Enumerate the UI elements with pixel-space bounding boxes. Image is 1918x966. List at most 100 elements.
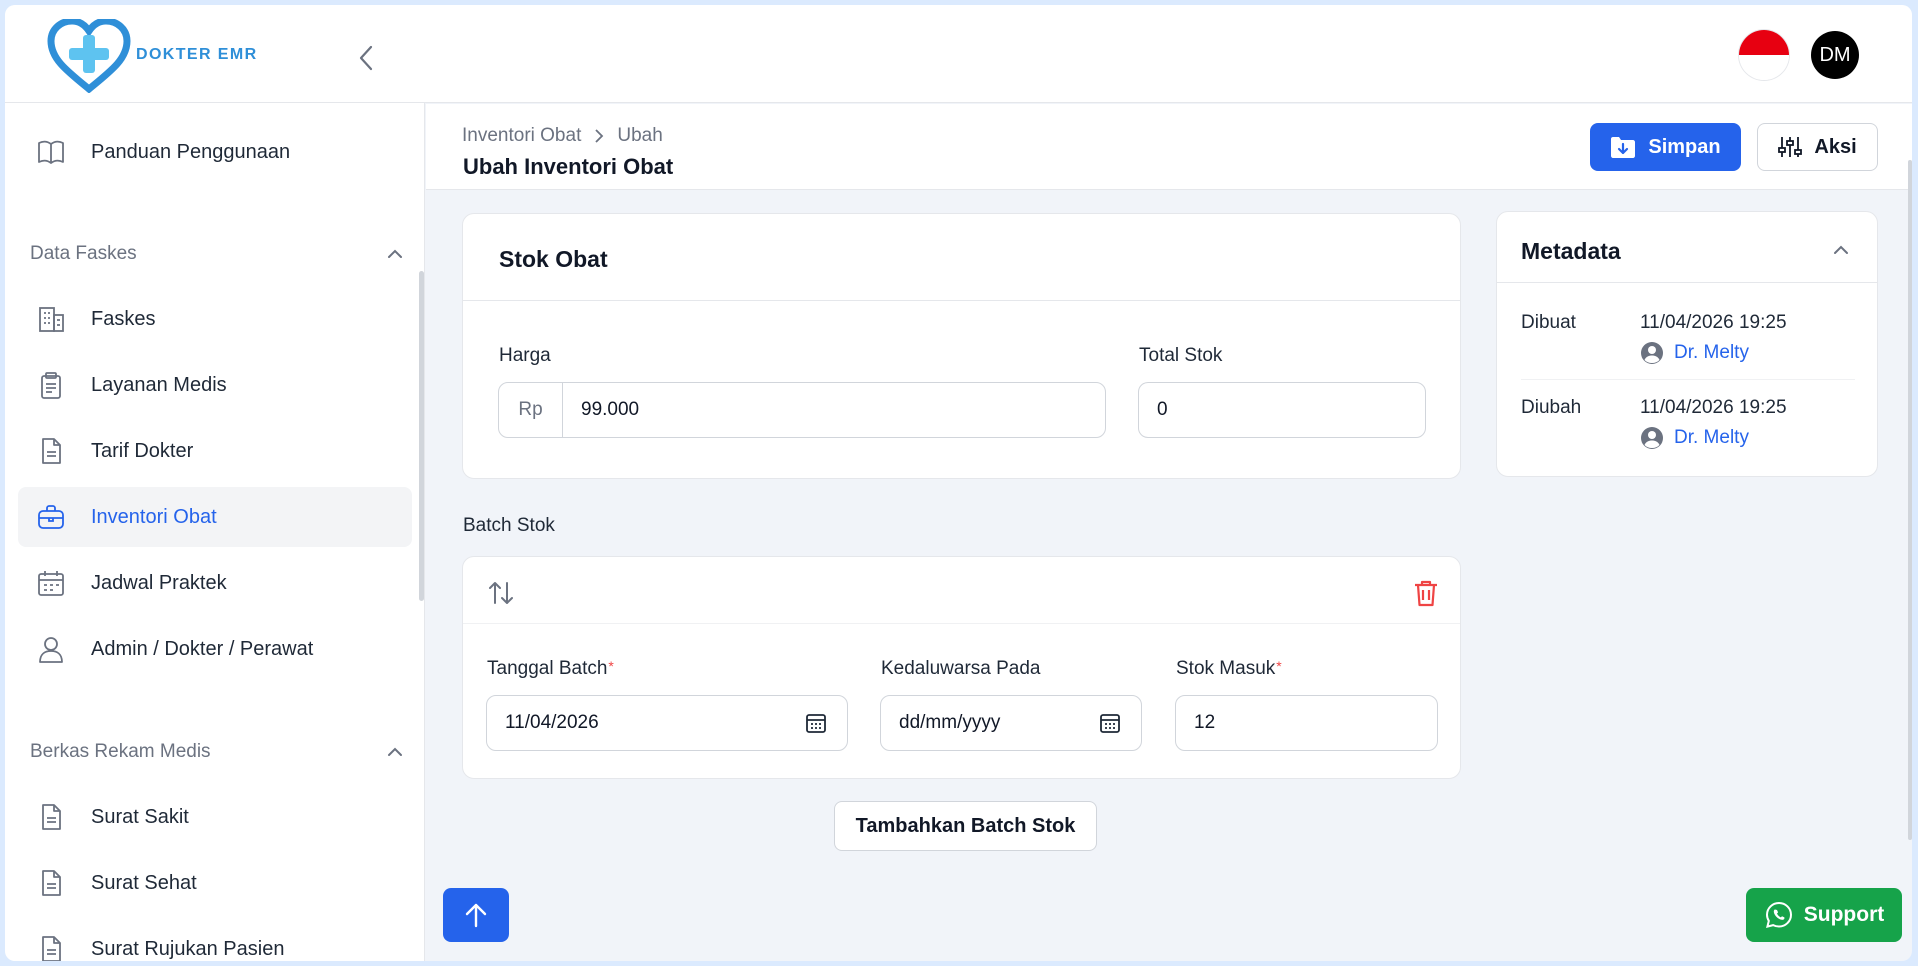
sidebar-item-panduan[interactable]: Panduan Penggunaan — [18, 122, 412, 182]
sidebar-item-surat-sakit[interactable]: Surat Sakit — [18, 787, 412, 847]
support-button[interactable]: Support — [1746, 888, 1902, 942]
scroll-to-top-button[interactable] — [443, 888, 509, 942]
sidebar-item-faskes[interactable]: Faskes — [18, 289, 412, 349]
stok-masuk-label: Stok Masuk* — [1176, 658, 1282, 679]
sidebar-item-surat-rujukan[interactable]: Surat Rujukan Pasien — [18, 919, 412, 961]
created-label: Dibuat — [1521, 312, 1576, 333]
sidebar-item-admin-dokter-perawat[interactable]: Admin / Dokter / Perawat — [18, 619, 412, 679]
tanggal-batch-value: 11/04/2026 — [505, 712, 599, 733]
updated-by-name: Dr. Melty — [1674, 427, 1749, 448]
sliders-icon — [1778, 137, 1803, 157]
sidebar-item-label: Admin / Dokter / Perawat — [91, 637, 314, 660]
batch-stok-card: Tanggal Batch* 11/04/2026 Kedaluwarsa Pa… — [462, 556, 1461, 779]
add-batch-button[interactable]: Tambahkan Batch Stok — [834, 801, 1097, 851]
book-icon — [35, 136, 67, 168]
trash-icon[interactable] — [1413, 579, 1439, 607]
calendar-picker-icon[interactable] — [1099, 712, 1121, 734]
sidebar-item-surat-sehat[interactable]: Surat Sehat — [18, 853, 412, 913]
sidebar-item-inventori-obat[interactable]: Inventori Obat — [18, 487, 412, 547]
kedaluwarsa-input[interactable]: dd/mm/yyyy — [880, 695, 1142, 751]
section-berkas-rekam-medis[interactable]: Berkas Rekam Medis — [30, 741, 405, 763]
logo-heart-icon — [47, 19, 131, 93]
currency-prefix: Rp — [499, 383, 563, 437]
breadcrumb-inventori-obat[interactable]: Inventori Obat — [462, 125, 581, 147]
chevron-right-icon — [595, 129, 604, 143]
section-title-label: Data Faskes — [30, 243, 137, 264]
sidebar-item-jadwal-praktek[interactable]: Jadwal Praktek — [18, 553, 412, 613]
card-divider — [1497, 282, 1877, 283]
row-divider — [1521, 379, 1855, 380]
updated-by-link[interactable]: Dr. Melty — [1640, 426, 1749, 450]
harga-label: Harga — [499, 345, 551, 366]
sidebar-item-label: Surat Sakit — [91, 805, 189, 828]
sidebar-item-label: Faskes — [91, 307, 156, 330]
logo-text: DOKTER EMR — [136, 46, 258, 63]
section-title-label: Berkas Rekam Medis — [30, 741, 211, 762]
total-stok-input[interactable]: 0 — [1138, 382, 1426, 438]
language-flag-indonesia[interactable] — [1739, 30, 1789, 80]
actions-button-label: Aksi — [1814, 135, 1857, 158]
user-avatar[interactable]: DM — [1811, 31, 1859, 79]
total-stok-value: 0 — [1157, 399, 1168, 420]
harga-value: 99.000 — [581, 399, 640, 420]
breadcrumb: Inventori Obat Ubah — [462, 125, 663, 147]
support-label: Support — [1803, 903, 1885, 926]
sort-arrows-icon[interactable] — [487, 579, 515, 607]
metadata-title: Metadata — [1521, 238, 1621, 264]
actions-button[interactable]: Aksi — [1757, 123, 1878, 171]
sidebar-item-label: Inventori Obat — [91, 505, 217, 528]
harga-input[interactable]: Rp 99.000 — [498, 382, 1106, 438]
arrow-up-icon — [465, 903, 487, 928]
flag-red-stripe — [1739, 30, 1789, 55]
batch-stok-label: Batch Stok — [463, 515, 555, 536]
chevron-up-icon[interactable] — [1831, 240, 1851, 260]
briefcase-icon — [35, 501, 67, 533]
document-icon — [35, 801, 67, 833]
chevron-up-icon — [388, 747, 402, 756]
clipboard-icon — [35, 369, 67, 401]
stok-masuk-value: 12 — [1194, 712, 1216, 733]
card-divider — [463, 300, 1460, 301]
created-date: 11/04/2026 19:25 — [1640, 312, 1787, 333]
total-stok-label: Total Stok — [1139, 345, 1223, 366]
tanggal-batch-label: Tanggal Batch* — [487, 658, 614, 679]
sidebar-item-label: Jadwal Praktek — [91, 571, 227, 594]
main-scrollbar[interactable] — [1908, 160, 1912, 840]
tanggal-batch-input[interactable]: 11/04/2026 — [486, 695, 848, 751]
user-icon — [35, 633, 67, 665]
user-circle-icon — [1641, 427, 1663, 449]
breadcrumb-ubah: Ubah — [617, 125, 663, 146]
section-data-faskes[interactable]: Data Faskes — [30, 243, 405, 265]
updated-label: Diubah — [1521, 397, 1582, 418]
sidebar-item-label: Layanan Medis — [91, 373, 227, 396]
user-circle-icon — [1641, 342, 1663, 364]
created-by-name: Dr. Melty — [1674, 342, 1749, 363]
top-header: DOKTER EMR DM — [5, 5, 1912, 103]
sidebar-item-label: Panduan Penggunaan — [91, 140, 291, 163]
sidebar-item-layanan-medis[interactable]: Layanan Medis — [18, 355, 412, 415]
document-icon — [35, 867, 67, 899]
stok-masuk-input[interactable]: 12 — [1175, 695, 1438, 751]
stok-obat-title: Stok Obat — [499, 246, 608, 272]
sidebar-item-label: Tarif Dokter — [91, 439, 194, 462]
created-by-link[interactable]: Dr. Melty — [1640, 341, 1749, 365]
page-title: Ubah Inventori Obat — [463, 154, 674, 179]
sidebar-item-tarif-dokter[interactable]: Tarif Dokter — [18, 421, 412, 481]
updated-date: 11/04/2026 19:25 — [1640, 397, 1787, 418]
sidebar-item-label: Surat Rujukan Pasien — [91, 937, 285, 960]
document-icon — [35, 435, 67, 467]
whatsapp-icon — [1765, 901, 1792, 928]
sidebar-scrollbar[interactable] — [419, 271, 424, 601]
kedaluwarsa-label: Kedaluwarsa Pada — [881, 658, 1041, 679]
save-button[interactable]: Simpan — [1590, 123, 1741, 171]
calendar-icon — [35, 567, 67, 599]
document-icon — [35, 933, 67, 961]
building-icon — [35, 303, 67, 335]
sidebar: Panduan Penggunaan Data Faskes Faskes La… — [5, 103, 425, 961]
save-button-label: Simpan — [1648, 135, 1721, 158]
kedaluwarsa-placeholder: dd/mm/yyyy — [899, 712, 1001, 733]
sidebar-item-label: Surat Sehat — [91, 871, 197, 894]
calendar-picker-icon[interactable] — [805, 712, 827, 734]
collapse-sidebar-icon[interactable] — [355, 43, 379, 73]
card-divider — [463, 623, 1460, 624]
